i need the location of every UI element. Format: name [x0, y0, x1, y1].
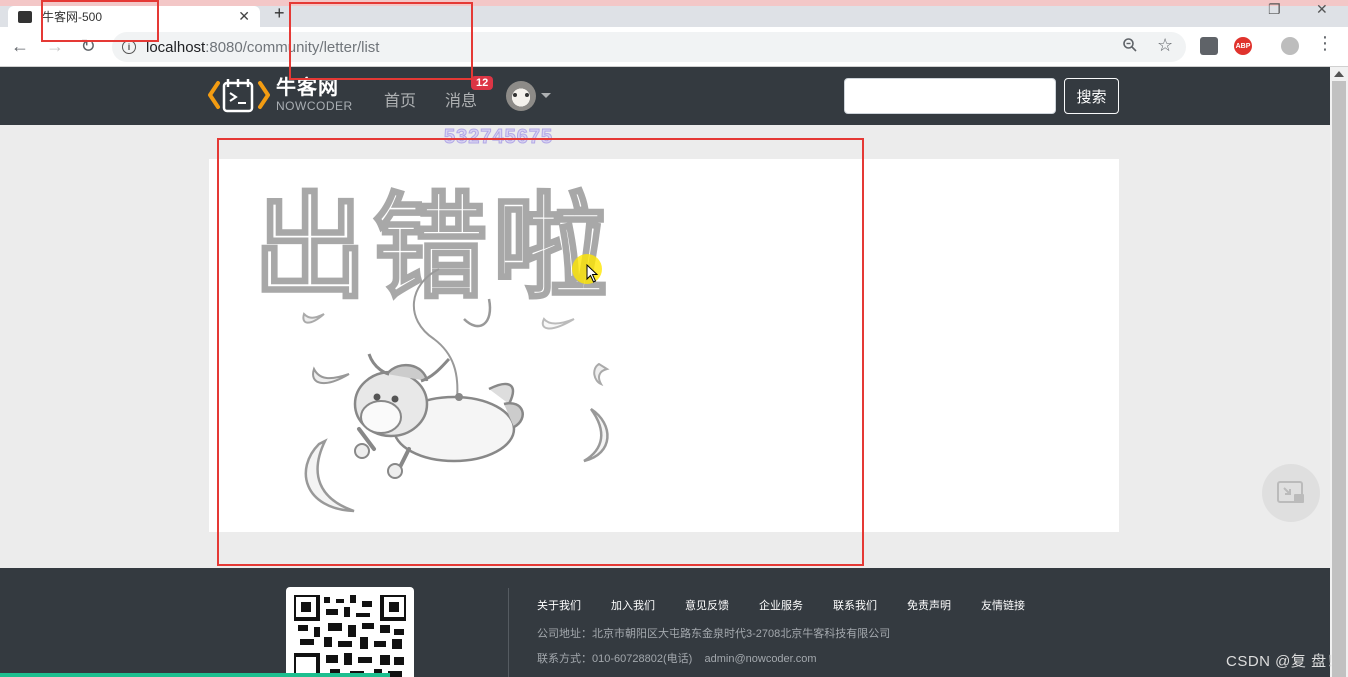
zoom-icon[interactable] — [1122, 37, 1138, 58]
screenshot-icon — [1277, 481, 1304, 503]
url-host: localhost — [146, 38, 206, 56]
logo-cn-text: 牛客网 — [276, 77, 339, 99]
tab-title: 牛客网-500 — [42, 10, 103, 24]
user-id-watermark: 532745675 — [443, 126, 554, 149]
user-avatar[interactable] — [506, 81, 536, 111]
adblock-plus-icon[interactable]: ABP — [1234, 37, 1252, 55]
url-path: :8080/community/letter/list — [205, 38, 380, 56]
reload-icon[interactable]: ↻ — [78, 36, 98, 57]
error-illustration: 出错啦 — [252, 180, 613, 513]
nav-messages-link[interactable]: 消息 — [445, 87, 477, 111]
footer-link-contact[interactable]: 联系我们 — [833, 597, 877, 613]
mouse-cursor-icon — [586, 264, 599, 283]
page-scrollbar[interactable] — [1330, 67, 1348, 677]
error-content-card: 出错啦 — [209, 159, 1119, 532]
footer-link-enterprise[interactable]: 企业服务 — [759, 597, 803, 613]
footer-address: 公司地址：北京市朝阳区大屯路东金泉时代3-2708北京牛客科技有限公司 — [537, 628, 891, 640]
browser-tab-strip: 牛客网-500 ✕ + ❐ ✕ — [0, 0, 1348, 27]
browser-tab-active[interactable]: 牛客网-500 ✕ — [8, 6, 260, 27]
site-favicon-icon — [18, 10, 32, 23]
user-menu-caret-icon[interactable] — [541, 93, 551, 98]
floating-screenshot-button[interactable] — [1262, 464, 1320, 522]
footer-links: 关于我们 加入我们 意见反馈 企业服务 联系我们 免责声明 友情链接 — [537, 597, 1055, 613]
footer-link-about[interactable]: 关于我们 — [537, 597, 581, 613]
nav-home-link[interactable]: 首页 — [384, 87, 416, 111]
qr-code-image — [286, 587, 414, 677]
scroll-up-arrow-icon[interactable] — [1334, 71, 1344, 77]
footer-link-join[interactable]: 加入我们 — [611, 597, 655, 613]
site-info-icon[interactable]: i — [122, 40, 136, 54]
browser-toolbar: ← → ↻ i localhost :8080/community/letter… — [0, 27, 1348, 67]
error-title-text: 出错啦 — [253, 181, 613, 314]
footer-contact: 联系方式：010-60728802(电话) admin@nowcoder.com — [537, 653, 817, 665]
nowcoder-logo-icon — [208, 75, 270, 115]
back-arrow-icon[interactable]: ← — [10, 36, 30, 57]
site-navbar: 牛客网 NOWCODER 首页 消息 12 搜索 — [0, 67, 1330, 125]
close-tab-icon[interactable]: ✕ — [238, 8, 250, 25]
new-tab-button[interactable]: + — [274, 3, 285, 24]
footer-link-feedback[interactable]: 意见反馈 — [685, 597, 729, 613]
message-count-badge: 12 — [471, 76, 494, 90]
scroll-thumb[interactable] — [1332, 81, 1346, 677]
site-logo[interactable]: 牛客网 NOWCODER — [208, 75, 353, 115]
footer-divider — [508, 588, 509, 677]
pocket-extension-icon[interactable] — [1200, 37, 1218, 55]
bookmark-star-icon[interactable]: ☆ — [1157, 35, 1173, 56]
footer-link-disclaimer[interactable]: 免责声明 — [907, 597, 951, 613]
site-footer: 关于我们 加入我们 意见反馈 企业服务 联系我们 免责声明 友情链接 公司地址：… — [0, 568, 1330, 677]
close-window-icon[interactable]: ✕ — [1316, 1, 1328, 18]
search-input[interactable] — [844, 78, 1056, 114]
search-button[interactable]: 搜索 — [1064, 78, 1119, 114]
progress-bar — [0, 673, 390, 677]
restore-window-icon[interactable]: ❐ — [1268, 1, 1281, 18]
footer-link-friends[interactable]: 友情链接 — [981, 597, 1025, 613]
forward-arrow-icon[interactable]: → — [45, 36, 65, 57]
address-bar[interactable]: i localhost :8080/community/letter/list … — [112, 32, 1186, 62]
csdn-watermark: CSDN @复 盘！ — [1226, 653, 1343, 670]
profile-avatar-icon[interactable] — [1281, 37, 1299, 55]
browser-menu-icon[interactable]: ⋮ — [1316, 33, 1334, 54]
logo-en-text: NOWCODER — [276, 99, 353, 113]
